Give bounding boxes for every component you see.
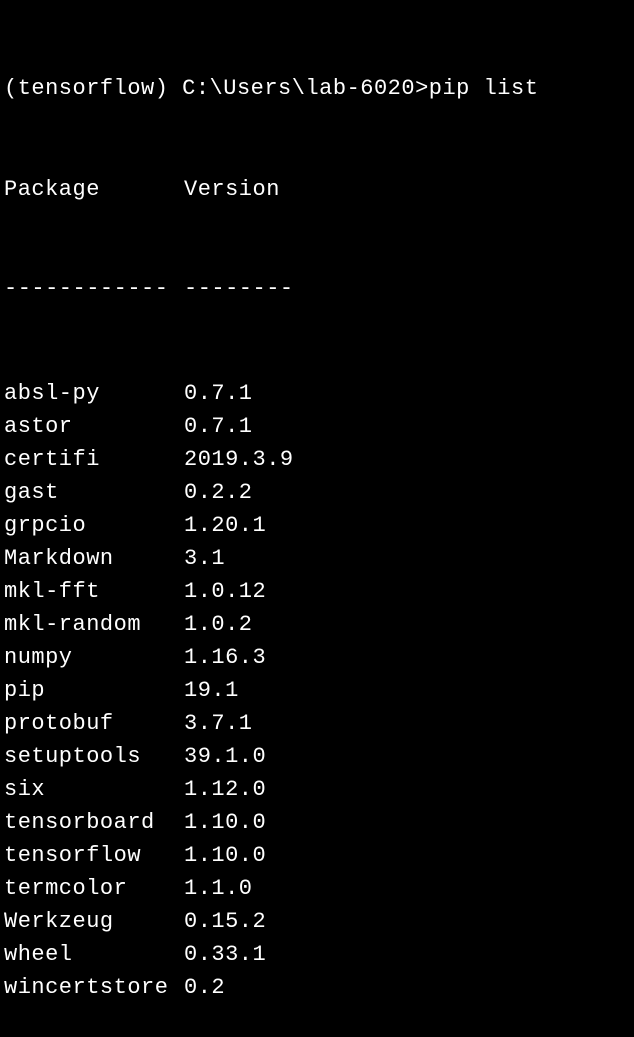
divider-package: ------------ <box>4 272 184 305</box>
table-row: numpy1.16.3 <box>4 641 630 674</box>
prompt-path: C:\Users\lab-6020> <box>182 76 429 101</box>
table-row: six1.12.0 <box>4 773 630 806</box>
package-version: 2019.3.9 <box>184 443 294 476</box>
package-name: setuptools <box>4 740 184 773</box>
table-row: grpcio1.20.1 <box>4 509 630 542</box>
package-name: Markdown <box>4 542 184 575</box>
package-version: 1.20.1 <box>184 509 266 542</box>
package-version: 1.0.12 <box>184 575 266 608</box>
table-header: PackageVersion <box>4 173 630 206</box>
package-name: pip <box>4 674 184 707</box>
package-name: wheel <box>4 938 184 971</box>
table-row: certifi2019.3.9 <box>4 443 630 476</box>
prompt-command: pip list <box>429 76 539 101</box>
package-version: 39.1.0 <box>184 740 266 773</box>
package-version: 0.2.2 <box>184 476 253 509</box>
table-row: astor0.7.1 <box>4 410 630 443</box>
package-version: 1.10.0 <box>184 806 266 839</box>
package-version: 19.1 <box>184 674 239 707</box>
prompt-line: (tensorflow) C:\Users\lab-6020>pip list <box>4 72 630 105</box>
table-row: wincertstore0.2 <box>4 971 630 1004</box>
package-version: 0.33.1 <box>184 938 266 971</box>
package-name: gast <box>4 476 184 509</box>
table-row: Markdown3.1 <box>4 542 630 575</box>
package-list: absl-py0.7.1astor0.7.1certifi2019.3.9gas… <box>4 377 630 1004</box>
package-name: grpcio <box>4 509 184 542</box>
table-row: termcolor1.1.0 <box>4 872 630 905</box>
package-name: mkl-random <box>4 608 184 641</box>
table-row: mkl-fft1.0.12 <box>4 575 630 608</box>
table-row: protobuf3.7.1 <box>4 707 630 740</box>
table-divider: -------------------- <box>4 272 630 305</box>
table-row: absl-py0.7.1 <box>4 377 630 410</box>
header-package: Package <box>4 173 184 206</box>
package-version: 1.10.0 <box>184 839 266 872</box>
package-version: 3.1 <box>184 542 225 575</box>
table-row: setuptools39.1.0 <box>4 740 630 773</box>
package-name: mkl-fft <box>4 575 184 608</box>
package-version: 3.7.1 <box>184 707 253 740</box>
prompt-env: (tensorflow) <box>4 76 168 101</box>
table-row: tensorflow1.10.0 <box>4 839 630 872</box>
package-version: 0.7.1 <box>184 410 253 443</box>
package-name: tensorboard <box>4 806 184 839</box>
terminal-output[interactable]: (tensorflow) C:\Users\lab-6020>pip list … <box>4 6 630 1037</box>
header-version: Version <box>184 173 280 206</box>
table-row: Werkzeug0.15.2 <box>4 905 630 938</box>
package-name: wincertstore <box>4 971 184 1004</box>
package-version: 0.2 <box>184 971 225 1004</box>
package-version: 1.12.0 <box>184 773 266 806</box>
table-row: mkl-random1.0.2 <box>4 608 630 641</box>
package-name: numpy <box>4 641 184 674</box>
table-row: gast0.2.2 <box>4 476 630 509</box>
package-version: 1.16.3 <box>184 641 266 674</box>
package-name: termcolor <box>4 872 184 905</box>
package-version: 0.15.2 <box>184 905 266 938</box>
package-name: six <box>4 773 184 806</box>
package-version: 1.1.0 <box>184 872 253 905</box>
table-row: tensorboard1.10.0 <box>4 806 630 839</box>
package-name: absl-py <box>4 377 184 410</box>
package-version: 0.7.1 <box>184 377 253 410</box>
divider-version: -------- <box>184 272 294 305</box>
package-name: protobuf <box>4 707 184 740</box>
package-name: Werkzeug <box>4 905 184 938</box>
table-row: wheel0.33.1 <box>4 938 630 971</box>
package-name: certifi <box>4 443 184 476</box>
package-version: 1.0.2 <box>184 608 253 641</box>
table-row: pip19.1 <box>4 674 630 707</box>
package-name: tensorflow <box>4 839 184 872</box>
package-name: astor <box>4 410 184 443</box>
